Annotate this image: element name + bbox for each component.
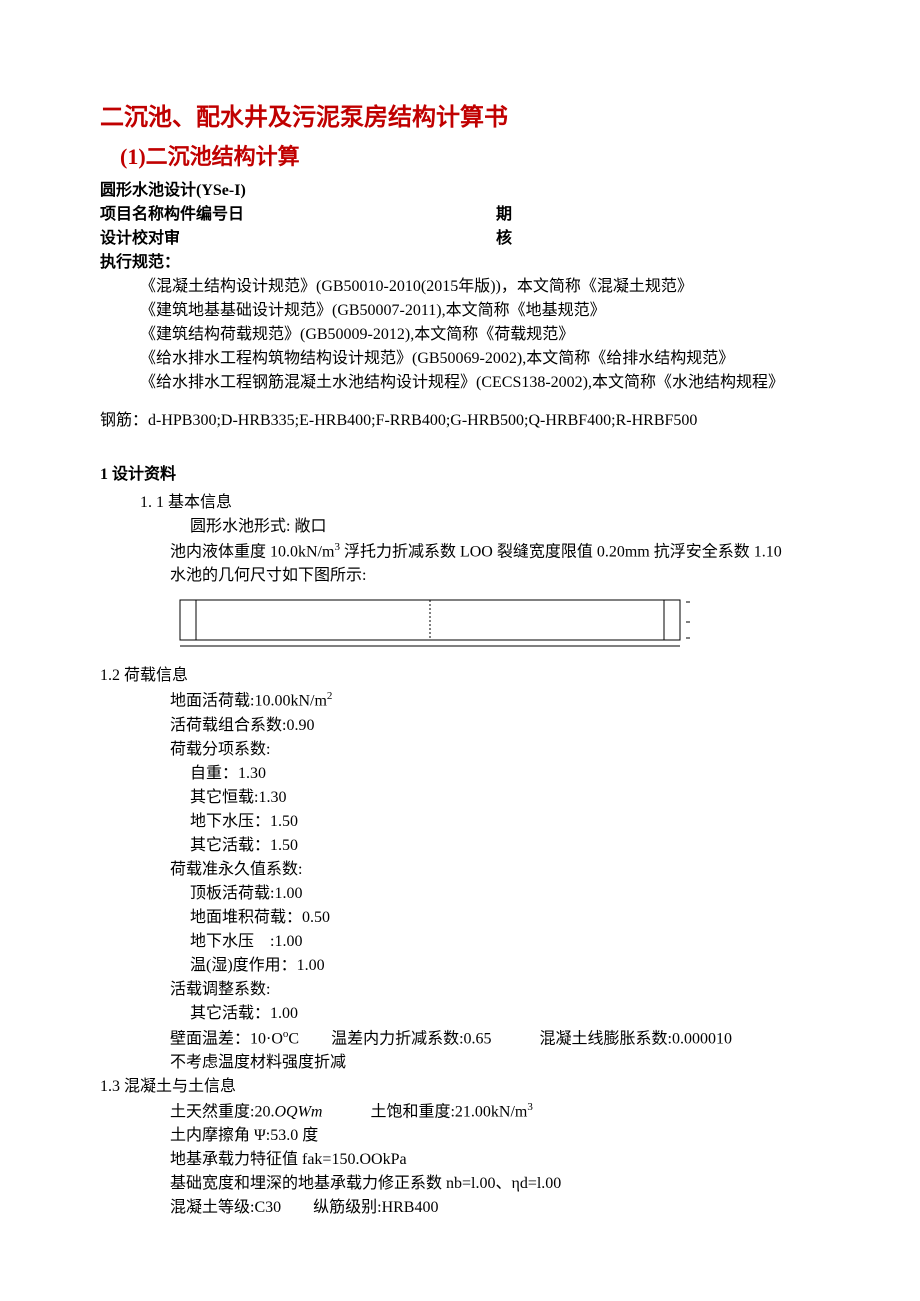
wall-temp: 壁面温差：10·OoC 温差内力折减系数:0.65 混凝土线膨胀系数:0.000… xyxy=(170,1026,820,1051)
bearing: 地基承载力特征值 fak=150.OOkPa xyxy=(170,1148,820,1172)
section-1-2: 1.2 荷载信息 xyxy=(100,664,820,688)
soil-natural: 土天然重度:20.OQWm 土饱和重度:21.00kN/m3 xyxy=(170,1099,820,1124)
adj-heading: 活载调整系数: xyxy=(170,978,820,1002)
check-label-right: 核 xyxy=(496,227,820,251)
live-comb: 活荷载组合系数:0.90 xyxy=(170,714,820,738)
soil-nat-i: OQWm xyxy=(274,1103,322,1120)
section-1-1: 1. 1 基本信息 xyxy=(140,491,820,515)
temp-note: 不考虑温度材料强度折减 xyxy=(170,1051,820,1075)
concrete: 混凝土等级:C30 纵筋级别:HRB400 xyxy=(170,1196,820,1220)
liquid-b: 浮托力折减系数 LOO 裂缝宽度限值 0.20mm 抗浮安全系数 1.10 xyxy=(340,543,782,560)
spec-item: 《混凝土结构设计规范》(GB50010-2010(2015年版))，本文简称《混… xyxy=(140,275,820,299)
spec-item: 《建筑地基基础设计规范》(GB50007-2011),本文简称《地基规范》 xyxy=(140,299,820,323)
quasi-1: 顶板活荷载:1.00 xyxy=(190,882,820,906)
sup-3b: 3 xyxy=(527,1101,533,1113)
check-label-left: 设计校对审 xyxy=(100,227,496,251)
quasi-2: 地面堆积荷载：0.50 xyxy=(190,906,820,930)
quasi-3: 地下水压 :1.00 xyxy=(190,930,820,954)
live-surface-text: 地面活荷载:10.00kN/m xyxy=(170,693,327,710)
soil-sat: 土饱和重度:21.00kN/m xyxy=(322,1103,527,1120)
section-1-3: 1.3 混凝土与土信息 xyxy=(100,1075,820,1099)
rebar-line: 钢筋：d-HPB300;D-HRB335;E-HRB400;F-RRB400;G… xyxy=(100,409,820,433)
friction: 土内摩擦角 Ψ:53.0 度 xyxy=(170,1124,820,1148)
page-title: 二沉池、配水井及污泥泵房结构计算书 xyxy=(100,100,820,136)
partial-3: 地下水压：1.50 xyxy=(190,810,820,834)
wall-temp-a: 壁面温差：10·O xyxy=(170,1030,283,1047)
pool-shape: 圆形水池形式: 敞口 xyxy=(190,515,820,539)
geom-line: 水池的几何尺寸如下图所示: xyxy=(170,564,820,588)
spec-heading: 执行规范： xyxy=(100,251,820,275)
liquid-line: 池内液体重度 10.0kN/m3 浮托力折减系数 LOO 裂缝宽度限值 0.20… xyxy=(170,539,820,564)
liquid-a: 池内液体重度 10.0kN/m xyxy=(170,543,334,560)
quasi-4: 温(湿)度作用：1.00 xyxy=(190,954,820,978)
live-surface: 地面活荷载:10.00kN/m2 xyxy=(170,688,820,713)
correction: 基础宽度和埋深的地基承载力修正系数 nb=l.00、ηd=l.00 xyxy=(170,1172,820,1196)
partial-4: 其它活载：1.50 xyxy=(190,834,820,858)
wall-temp-c: C 温差内力折减系数:0.65 混凝土线膨胀系数:0.000010 xyxy=(288,1030,732,1047)
design-line: 圆形水池设计(YSe-I) xyxy=(100,179,820,203)
soil-nat-a: 土天然重度:20. xyxy=(170,1103,274,1120)
project-label-right: 期 xyxy=(496,203,820,227)
adj-1: 其它活载：1.00 xyxy=(190,1002,820,1026)
project-label-left: 项目名称构件编号日 xyxy=(100,203,496,227)
partial-1: 自重：1.30 xyxy=(190,762,820,786)
section-1: 1 设计资料 xyxy=(100,463,820,487)
quasi-heading: 荷载准永久值系数: xyxy=(170,858,820,882)
partial-2: 其它恒载:1.30 xyxy=(190,786,820,810)
section-title: (1)二沉池结构计算 xyxy=(120,140,820,173)
sup-2: 2 xyxy=(327,690,333,702)
spec-item: 《给水排水工程构筑物结构设计规范》(GB50069-2002),本文简称《给排水… xyxy=(140,347,820,371)
pool-diagram xyxy=(170,594,690,654)
partial-heading: 荷载分项系数: xyxy=(170,738,820,762)
spec-item: 《给水排水工程钢筋混凝土水池结构设计规程》(CECS138-2002),本文简称… xyxy=(140,371,820,395)
spec-item: 《建筑结构荷载规范》(GB50009-2012),本文简称《荷载规范》 xyxy=(140,323,820,347)
